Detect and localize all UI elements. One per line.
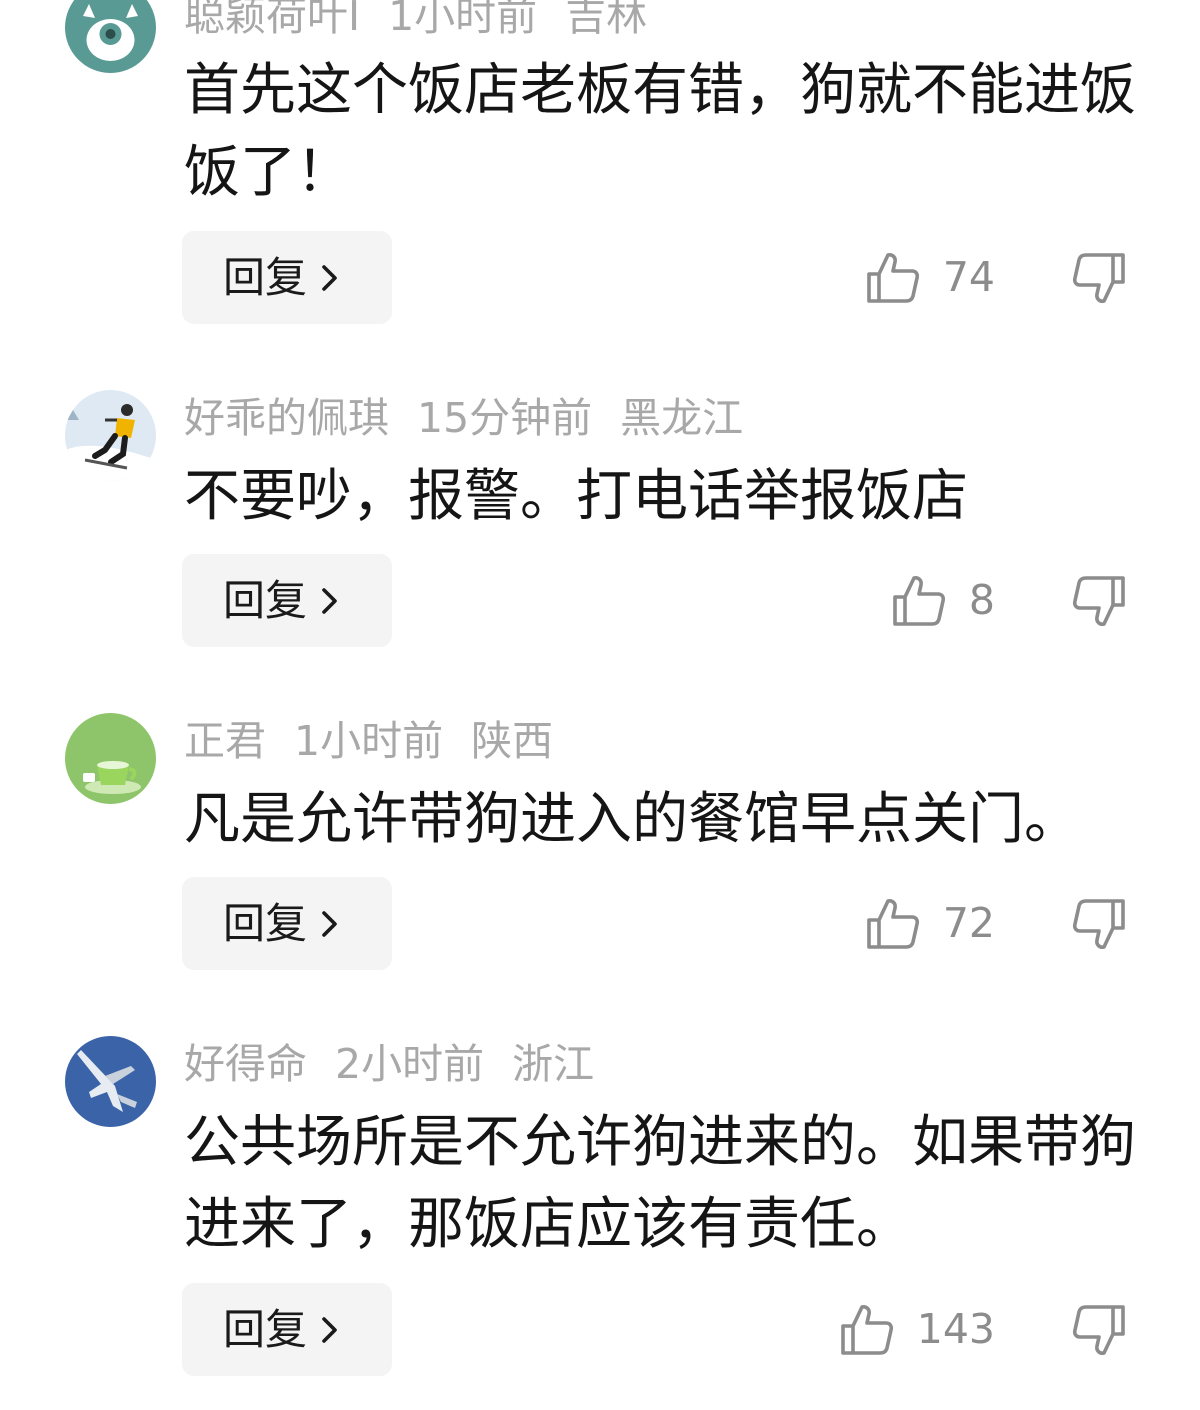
- avatar[interactable]: [65, 713, 156, 804]
- thumbs-down-icon[interactable]: [1071, 877, 1127, 970]
- thumbs-down-icon[interactable]: [1071, 1283, 1127, 1376]
- username[interactable]: 好乖的佩琪: [184, 394, 389, 442]
- username[interactable]: 正君: [184, 717, 266, 765]
- chevron-right-icon: [319, 1315, 341, 1345]
- like-count: 74: [942, 253, 995, 301]
- username[interactable]: 聪颖荷叶I: [184, 0, 360, 40]
- comment-text: 首先这个饭店老板有错，狗就不能进饭饭了！: [184, 58, 1136, 205]
- monster-avatar-icon: [65, 0, 156, 73]
- like-button[interactable]: 74: [865, 231, 995, 324]
- chevron-right-icon: [319, 586, 341, 616]
- thumbs-down-icon[interactable]: [1071, 554, 1127, 647]
- skier-avatar-icon: [65, 390, 156, 481]
- thumbs-up-icon: [865, 896, 921, 952]
- comment-meta: 聪颖荷叶I 1小时前 吉林: [184, 0, 647, 44]
- reply-label: 回复: [223, 576, 308, 625]
- comment-meta: 好得命 2小时前 浙江: [184, 1036, 594, 1092]
- thumbs-up-icon: [891, 573, 947, 629]
- location: 陕西: [471, 717, 554, 765]
- reply-label: 回复: [223, 899, 308, 948]
- comment-text: 公共场所是不允许狗进来的。如果带狗进来了，那饭店应该有责任。: [184, 1110, 1136, 1257]
- username[interactable]: 好得命: [184, 1040, 307, 1088]
- reply-label: 回复: [223, 253, 308, 302]
- like-count: 72: [942, 899, 995, 947]
- like-count: 143: [916, 1305, 995, 1353]
- reply-button[interactable]: 回复: [182, 877, 392, 970]
- avatar[interactable]: [65, 390, 156, 481]
- like-button[interactable]: 8: [891, 554, 995, 647]
- tea-cup-avatar-icon: [65, 713, 156, 804]
- timestamp: 2小时前: [335, 1040, 485, 1088]
- chevron-right-icon: [319, 263, 341, 293]
- reply-button[interactable]: 回复: [182, 1283, 392, 1376]
- like-button[interactable]: 72: [865, 877, 995, 970]
- reply-button[interactable]: 回复: [182, 231, 392, 324]
- fighter-jet-avatar-icon: [65, 1036, 156, 1127]
- location: 浙江: [512, 1040, 595, 1088]
- chevron-right-icon: [319, 909, 341, 939]
- thumbs-down-icon[interactable]: [1071, 231, 1127, 324]
- thumbs-up-icon: [865, 250, 921, 306]
- reply-button[interactable]: 回复: [182, 554, 392, 647]
- timestamp: 1小时前: [388, 0, 538, 40]
- avatar[interactable]: [65, 1036, 156, 1127]
- like-button[interactable]: 143: [839, 1283, 995, 1376]
- location: 黑龙江: [620, 394, 744, 442]
- thumbs-up-icon: [839, 1302, 895, 1358]
- like-count: 8: [968, 576, 995, 624]
- avatar[interactable]: [65, 0, 156, 73]
- timestamp: 1小时前: [294, 717, 444, 765]
- timestamp: 15分钟前: [417, 394, 593, 442]
- comment-text: 不要吵，报警。打电话举报饭店: [184, 464, 968, 529]
- comment-meta: 好乖的佩琪 15分钟前 黑龙江: [184, 390, 743, 446]
- location: 吉林: [565, 0, 648, 40]
- reply-label: 回复: [223, 1305, 308, 1354]
- comment-meta: 正君 1小时前 陕西: [184, 713, 553, 769]
- comment-text: 凡是允许带狗进入的餐馆早点关门。: [184, 787, 1080, 852]
